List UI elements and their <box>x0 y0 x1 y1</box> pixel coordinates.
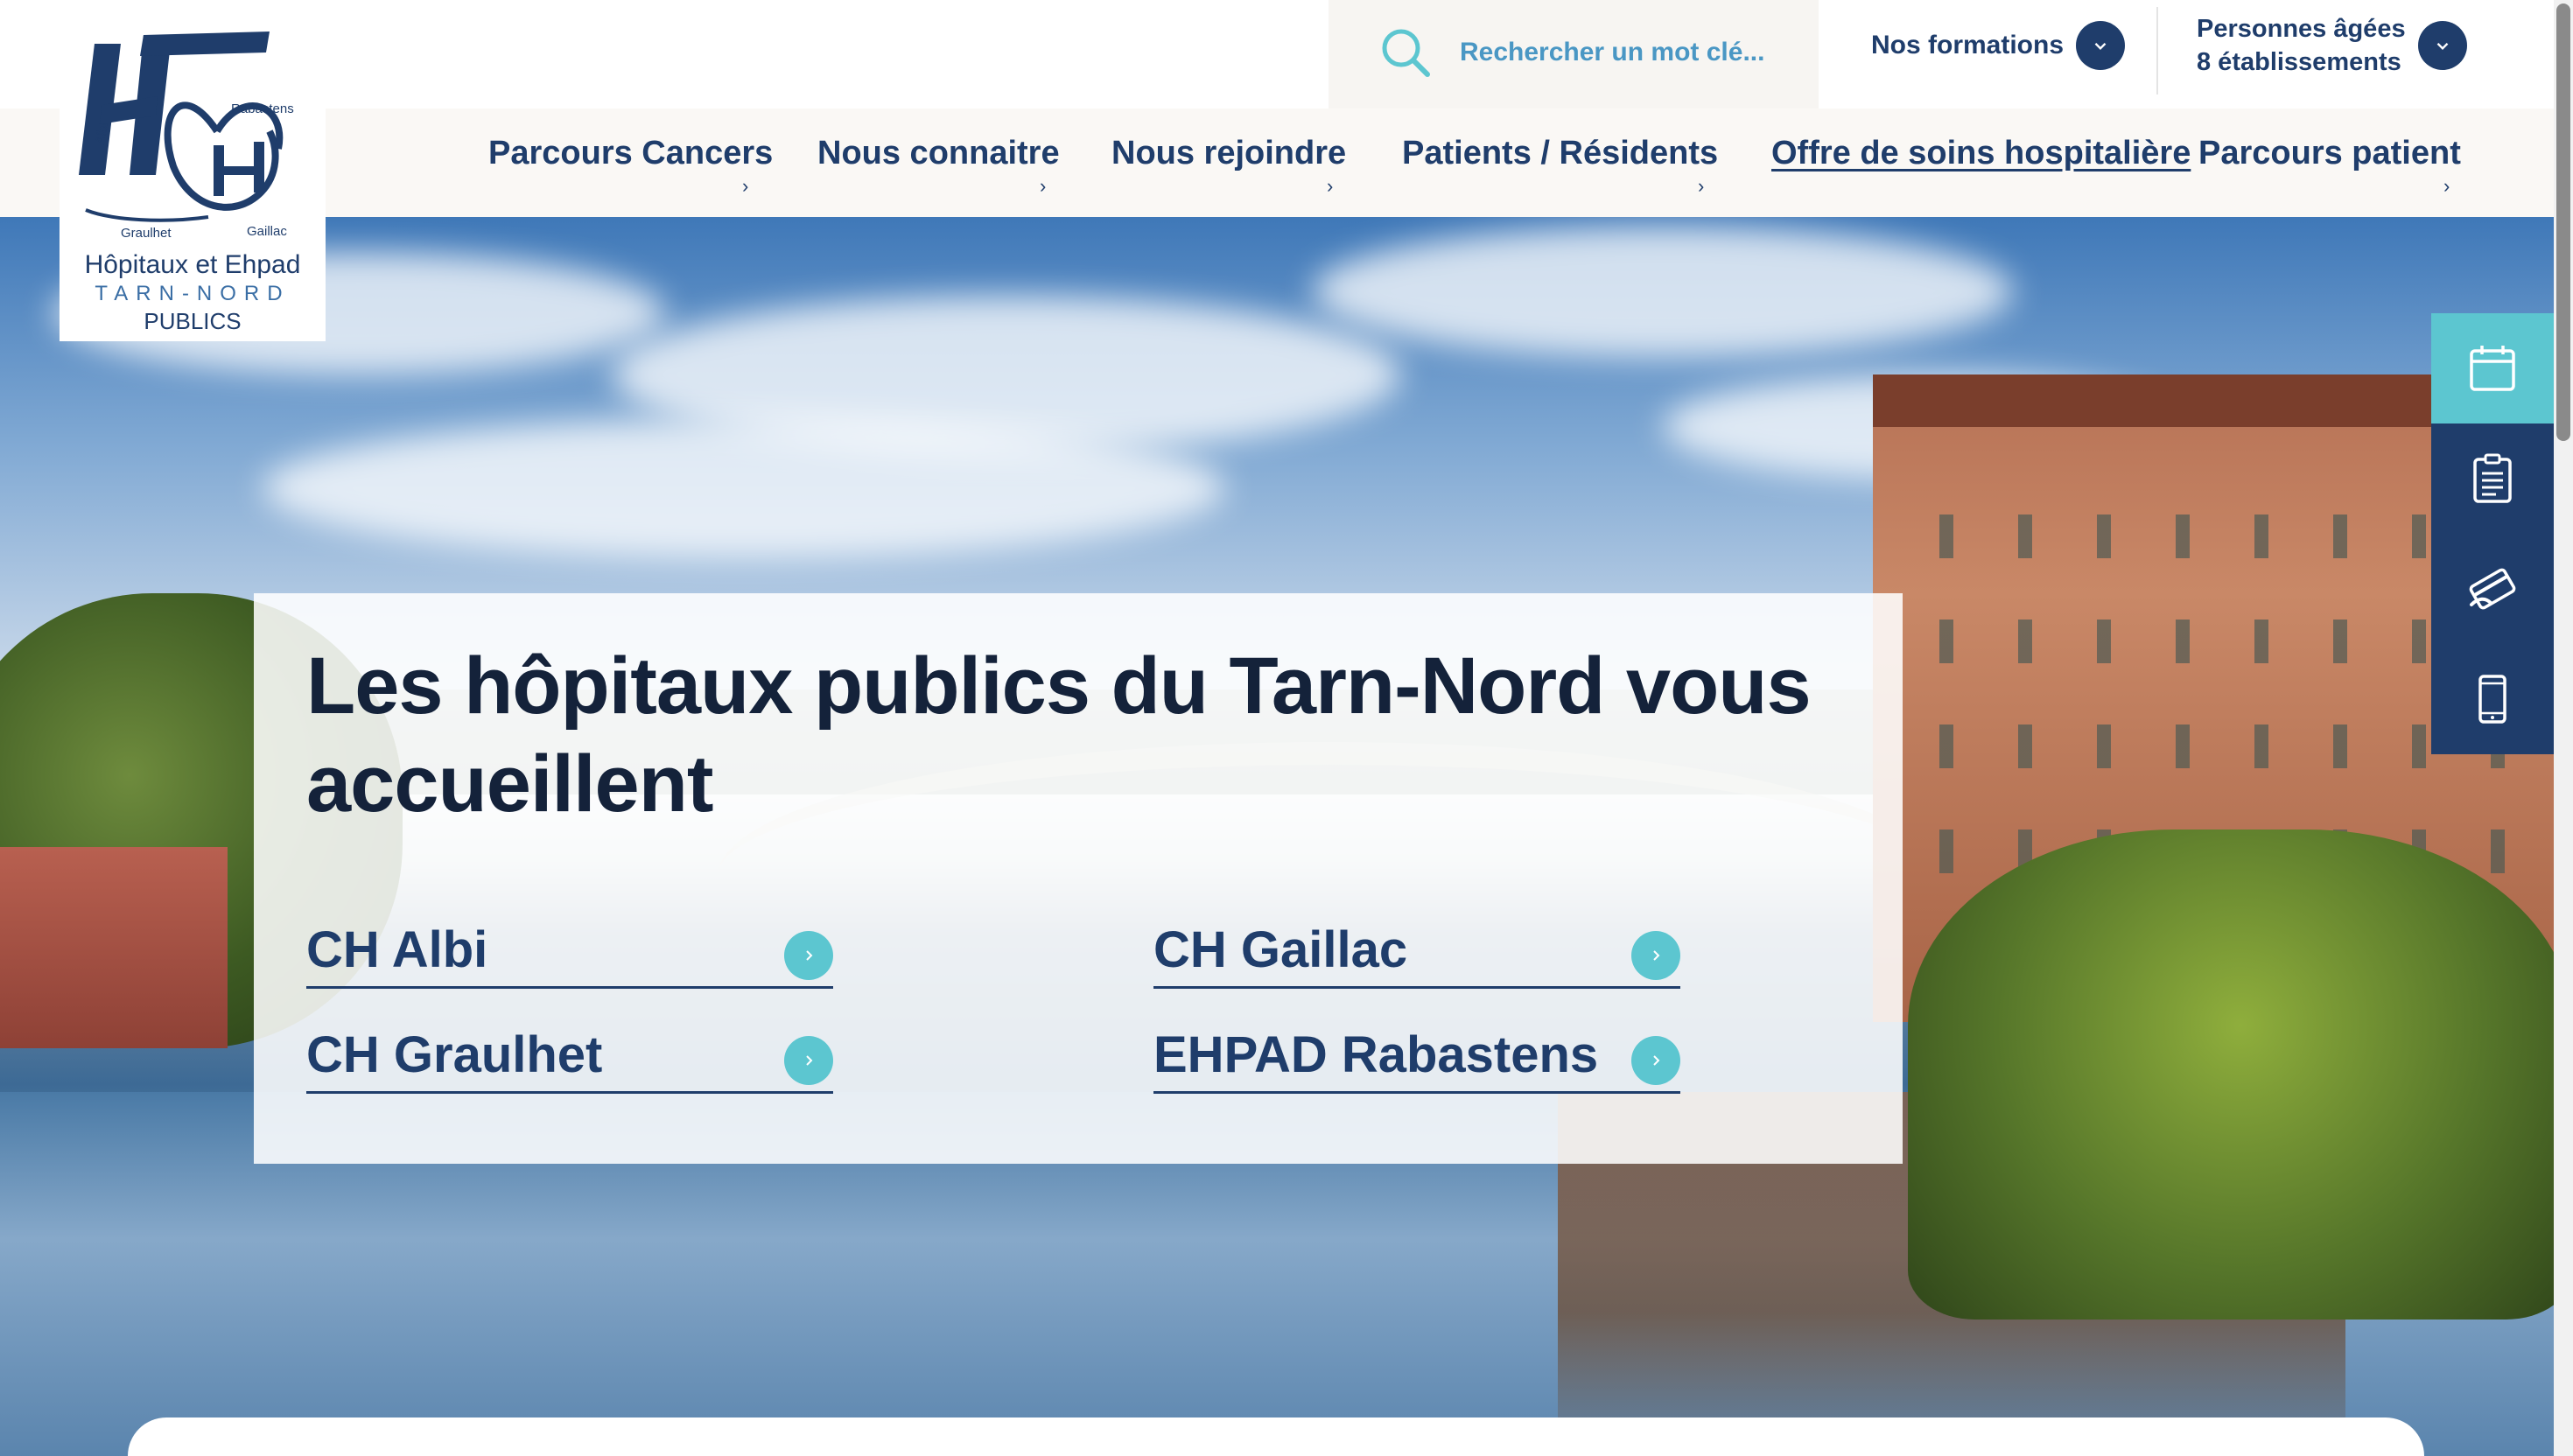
chevron-right-icon: › <box>1327 175 1334 197</box>
site-link-ch-albi[interactable]: CH Albi <box>306 905 833 989</box>
chevron-right-icon: › <box>1040 175 1047 197</box>
appointment-button[interactable] <box>2431 313 2554 424</box>
site-link-ch-graulhet[interactable]: CH Graulhet <box>306 1010 833 1094</box>
nav-item-parcours-cancers[interactable]: Parcours Cancers <box>488 135 773 172</box>
mobile-app-button[interactable] <box>2431 644 2554 754</box>
content-panel-top-edge <box>128 1418 2424 1456</box>
logo-line-hopitaux: Hôpitaux et Ehpad <box>84 250 301 279</box>
nav-item-nous-rejoindre[interactable]: Nous rejoindre <box>1111 135 1346 172</box>
chevron-right-icon: › <box>2443 175 2450 197</box>
header-top-bar <box>0 0 2554 108</box>
documents-button[interactable] <box>2431 424 2554 534</box>
chevron-right-icon <box>1631 1036 1680 1085</box>
quick-access-sidebar <box>2431 313 2554 754</box>
logo-graulhet-text: Graulhet <box>121 226 172 241</box>
search-input[interactable] <box>1460 32 1792 74</box>
chevron-down-icon <box>2076 21 2126 70</box>
site-link-label: CH Albi <box>306 921 488 978</box>
chevron-down-icon <box>2417 21 2467 70</box>
chevron-right-icon: › <box>1698 175 1705 197</box>
logo-line-tarn-nord: TARN-NORD <box>95 282 291 305</box>
logo-line-publics: PUBLICS <box>144 308 242 334</box>
personnes-agees-label: Personnes âgées <box>2197 15 2406 43</box>
chevron-right-icon <box>784 1036 833 1085</box>
site-link-ch-gaillac[interactable]: CH Gaillac <box>1153 905 1680 989</box>
formations-label: Nos formations <box>1871 31 2065 60</box>
etablissements-count-label: 8 établissements <box>2197 48 2401 76</box>
nav-item-patients-residents[interactable]: Patients / Résidents <box>1402 135 1718 172</box>
scrollbar-thumb[interactable] <box>2556 4 2570 441</box>
nav-item-offre-de-soins[interactable]: Offre de soins hospitalière <box>1771 135 2191 172</box>
logo-gaillac-text: Gaillac <box>247 224 287 239</box>
calendar-icon <box>2470 346 2515 391</box>
search-zone <box>1329 0 1819 108</box>
site-link-label: EHPAD Rabastens <box>1153 1026 1599 1083</box>
personnes-agees-menu-button[interactable]: Personnes âgées 8 établissements <box>2197 12 2467 79</box>
chevron-right-icon: › <box>742 175 749 197</box>
welcome-card: Les hôpitaux publics du Tarn-Nord vous a… <box>254 593 1903 1164</box>
payment-button[interactable] <box>2431 534 2554 644</box>
search-icon[interactable] <box>1379 26 1432 79</box>
mobile-phone-icon <box>2478 675 2506 724</box>
site-link-label: CH Graulhet <box>306 1026 603 1083</box>
chevron-right-icon <box>784 931 833 980</box>
site-link-label: CH Gaillac <box>1153 921 1408 978</box>
site-logo[interactable]: Albi Rabastens Graulhet Gaillac Hôpitaux… <box>60 0 326 341</box>
payment-card-icon <box>2469 568 2516 610</box>
nav-item-nous-connaitre[interactable]: Nous connaitre <box>817 135 1060 172</box>
header-divider <box>2156 7 2158 94</box>
clipboard-icon <box>2473 453 2512 503</box>
logo-rabastens-text: Rabastens <box>231 102 294 116</box>
page-title: Les hôpitaux publics du Tarn-Nord vous a… <box>306 641 1812 829</box>
chevron-right-icon <box>1631 931 1680 980</box>
nav-item-parcours-patient[interactable]: Parcours patient <box>2198 135 2461 172</box>
site-link-ehpad-rabastens[interactable]: EHPAD Rabastens <box>1153 1010 1680 1094</box>
formations-menu-button[interactable]: Nos formations <box>1871 21 2126 70</box>
